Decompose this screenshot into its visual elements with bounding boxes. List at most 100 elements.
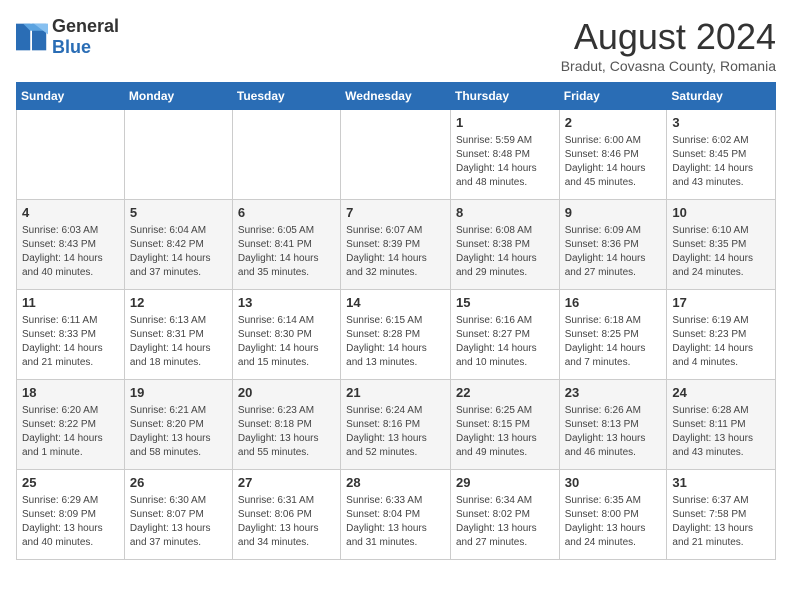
calendar-cell: 18 Sunrise: 6:20 AM Sunset: 8:22 PM Dayli…: [17, 380, 125, 470]
logo: General Blue: [16, 16, 119, 58]
weekday-header: Monday: [124, 83, 232, 110]
logo-general: General: [52, 16, 119, 36]
calendar-cell: 3 Sunrise: 6:02 AM Sunset: 8:45 PM Daylig…: [667, 110, 776, 200]
weekday-header-row: SundayMondayTuesdayWednesdayThursdayFrid…: [17, 83, 776, 110]
day-info: Sunrise: 6:08 AM Sunset: 8:38 PM Dayligh…: [456, 224, 554, 280]
calendar-cell: 11 Sunrise: 6:11 AM Sunset: 8:33 PM Dayli…: [17, 290, 125, 380]
calendar-week-row: 18 Sunrise: 6:20 AM Sunset: 8:22 PM Dayli…: [17, 380, 776, 470]
day-info: Sunrise: 6:23 AM Sunset: 8:18 PM Dayligh…: [238, 404, 335, 460]
day-number: 19: [130, 384, 227, 402]
weekday-header: Tuesday: [232, 83, 340, 110]
calendar-cell: 31 Sunrise: 6:37 AM Sunset: 7:58 PM Dayli…: [667, 470, 776, 560]
day-number: 11: [22, 294, 119, 312]
calendar-cell: 20Sunrise: 6:23 AM Sunset: 8:18 PM Dayli…: [232, 380, 340, 470]
day-info: Sunrise: 6:21 AM Sunset: 8:20 PM Dayligh…: [130, 404, 227, 460]
day-info: Sunrise: 6:19 AM Sunset: 8:23 PM Dayligh…: [672, 314, 770, 370]
day-info: Sunrise: 6:16 AM Sunset: 8:27 PM Dayligh…: [456, 314, 554, 370]
day-info: Sunrise: 6:10 AM Sunset: 8:35 PM Dayligh…: [672, 224, 770, 280]
calendar-cell: 19 Sunrise: 6:21 AM Sunset: 8:20 PM Dayli…: [124, 380, 232, 470]
calendar-cell: 2 Sunrise: 6:00 AM Sunset: 8:46 PM Daylig…: [559, 110, 667, 200]
day-info: Sunrise: 6:09 AM Sunset: 8:36 PM Dayligh…: [565, 224, 662, 280]
day-number: 16: [565, 294, 662, 312]
day-info: Sunrise: 6:34 AM Sunset: 8:02 PM Dayligh…: [456, 494, 554, 550]
day-info: Sunrise: 6:24 AM Sunset: 8:16 PM Dayligh…: [346, 404, 445, 460]
day-info: Sunrise: 6:37 AM Sunset: 7:58 PM Dayligh…: [672, 494, 770, 550]
calendar-cell: [341, 110, 451, 200]
calendar-cell: 14Sunrise: 6:15 AM Sunset: 8:28 PM Dayli…: [341, 290, 451, 380]
day-number: 4: [22, 204, 119, 222]
logo-icon: [16, 23, 48, 51]
title-area: August 2024 Bradut, Covasna County, Roma…: [561, 16, 776, 74]
day-number: 31: [672, 474, 770, 492]
day-info: Sunrise: 6:20 AM Sunset: 8:22 PM Dayligh…: [22, 404, 119, 460]
day-info: Sunrise: 6:30 AM Sunset: 8:07 PM Dayligh…: [130, 494, 227, 550]
calendar-cell: 10 Sunrise: 6:10 AM Sunset: 8:35 PM Dayli…: [667, 200, 776, 290]
location: Bradut, Covasna County, Romania: [561, 58, 776, 74]
day-number: 10: [672, 204, 770, 222]
weekday-header: Thursday: [450, 83, 559, 110]
calendar-cell: 15 Sunrise: 6:16 AM Sunset: 8:27 PM Dayli…: [450, 290, 559, 380]
calendar-cell: [124, 110, 232, 200]
calendar-cell: 27 Sunrise: 6:31 AM Sunset: 8:06 PM Dayli…: [232, 470, 340, 560]
day-info: Sunrise: 6:25 AM Sunset: 8:15 PM Dayligh…: [456, 404, 554, 460]
calendar-cell: 6 Sunrise: 6:05 AM Sunset: 8:41 PM Daylig…: [232, 200, 340, 290]
day-info: Sunrise: 6:04 AM Sunset: 8:42 PM Dayligh…: [130, 224, 227, 280]
day-number: 12: [130, 294, 227, 312]
day-info: Sunrise: 6:14 AM Sunset: 8:30 PM Dayligh…: [238, 314, 335, 370]
calendar-cell: 28Sunrise: 6:33 AM Sunset: 8:04 PM Dayli…: [341, 470, 451, 560]
day-number: 28: [346, 474, 445, 492]
day-number: 27: [238, 474, 335, 492]
weekday-header: Saturday: [667, 83, 776, 110]
month-year: August 2024: [561, 16, 776, 58]
day-info: Sunrise: 6:28 AM Sunset: 8:11 PM Dayligh…: [672, 404, 770, 460]
day-info: Sunrise: 6:35 AM Sunset: 8:00 PM Dayligh…: [565, 494, 662, 550]
day-number: 18: [22, 384, 119, 402]
calendar-table: SundayMondayTuesdayWednesdayThursdayFrid…: [16, 82, 776, 560]
day-number: 7: [346, 204, 445, 222]
calendar-cell: 16 Sunrise: 6:18 AM Sunset: 8:25 PM Dayli…: [559, 290, 667, 380]
day-number: 26: [130, 474, 227, 492]
calendar-cell: 26 Sunrise: 6:30 AM Sunset: 8:07 PM Dayli…: [124, 470, 232, 560]
calendar-cell: 21Sunrise: 6:24 AM Sunset: 8:16 PM Dayli…: [341, 380, 451, 470]
day-info: Sunrise: 6:00 AM Sunset: 8:46 PM Dayligh…: [565, 134, 662, 190]
day-number: 23: [565, 384, 662, 402]
day-number: 5: [130, 204, 227, 222]
day-info: Sunrise: 6:02 AM Sunset: 8:45 PM Dayligh…: [672, 134, 770, 190]
calendar-week-row: 4 Sunrise: 6:03 AM Sunset: 8:43 PM Daylig…: [17, 200, 776, 290]
header: General Blue August 2024 Bradut, Covasna…: [16, 16, 776, 74]
day-number: 6: [238, 204, 335, 222]
calendar-week-row: 11 Sunrise: 6:11 AM Sunset: 8:33 PM Dayli…: [17, 290, 776, 380]
day-info: Sunrise: 6:05 AM Sunset: 8:41 PM Dayligh…: [238, 224, 335, 280]
day-number: 15: [456, 294, 554, 312]
calendar-cell: 25 Sunrise: 6:29 AM Sunset: 8:09 PM Dayli…: [17, 470, 125, 560]
day-number: 22: [456, 384, 554, 402]
calendar-cell: 24 Sunrise: 6:28 AM Sunset: 8:11 PM Dayli…: [667, 380, 776, 470]
day-number: 17: [672, 294, 770, 312]
day-number: 13: [238, 294, 335, 312]
day-number: 25: [22, 474, 119, 492]
calendar-cell: 22 Sunrise: 6:25 AM Sunset: 8:15 PM Dayli…: [450, 380, 559, 470]
day-number: 3: [672, 114, 770, 132]
calendar-week-row: 1 Sunrise: 5:59 AM Sunset: 8:48 PM Daylig…: [17, 110, 776, 200]
day-number: 2: [565, 114, 662, 132]
day-number: 9: [565, 204, 662, 222]
day-info: Sunrise: 6:15 AM Sunset: 8:28 PM Dayligh…: [346, 314, 445, 370]
day-number: 8: [456, 204, 554, 222]
calendar-week-row: 25 Sunrise: 6:29 AM Sunset: 8:09 PM Dayli…: [17, 470, 776, 560]
calendar-cell: 17 Sunrise: 6:19 AM Sunset: 8:23 PM Dayli…: [667, 290, 776, 380]
day-info: Sunrise: 6:31 AM Sunset: 8:06 PM Dayligh…: [238, 494, 335, 550]
calendar-cell: [232, 110, 340, 200]
calendar-cell: 23 Sunrise: 6:26 AM Sunset: 8:13 PM Dayli…: [559, 380, 667, 470]
day-info: Sunrise: 6:18 AM Sunset: 8:25 PM Dayligh…: [565, 314, 662, 370]
day-number: 1: [456, 114, 554, 132]
day-info: Sunrise: 6:07 AM Sunset: 8:39 PM Dayligh…: [346, 224, 445, 280]
calendar-cell: 12Sunrise: 6:13 AM Sunset: 8:31 PM Dayli…: [124, 290, 232, 380]
day-number: 24: [672, 384, 770, 402]
day-info: Sunrise: 5:59 AM Sunset: 8:48 PM Dayligh…: [456, 134, 554, 190]
day-info: Sunrise: 6:11 AM Sunset: 8:33 PM Dayligh…: [22, 314, 119, 370]
day-info: Sunrise: 6:03 AM Sunset: 8:43 PM Dayligh…: [22, 224, 119, 280]
calendar-cell: 4 Sunrise: 6:03 AM Sunset: 8:43 PM Daylig…: [17, 200, 125, 290]
day-info: Sunrise: 6:29 AM Sunset: 8:09 PM Dayligh…: [22, 494, 119, 550]
calendar-cell: [17, 110, 125, 200]
day-info: Sunrise: 6:26 AM Sunset: 8:13 PM Dayligh…: [565, 404, 662, 460]
